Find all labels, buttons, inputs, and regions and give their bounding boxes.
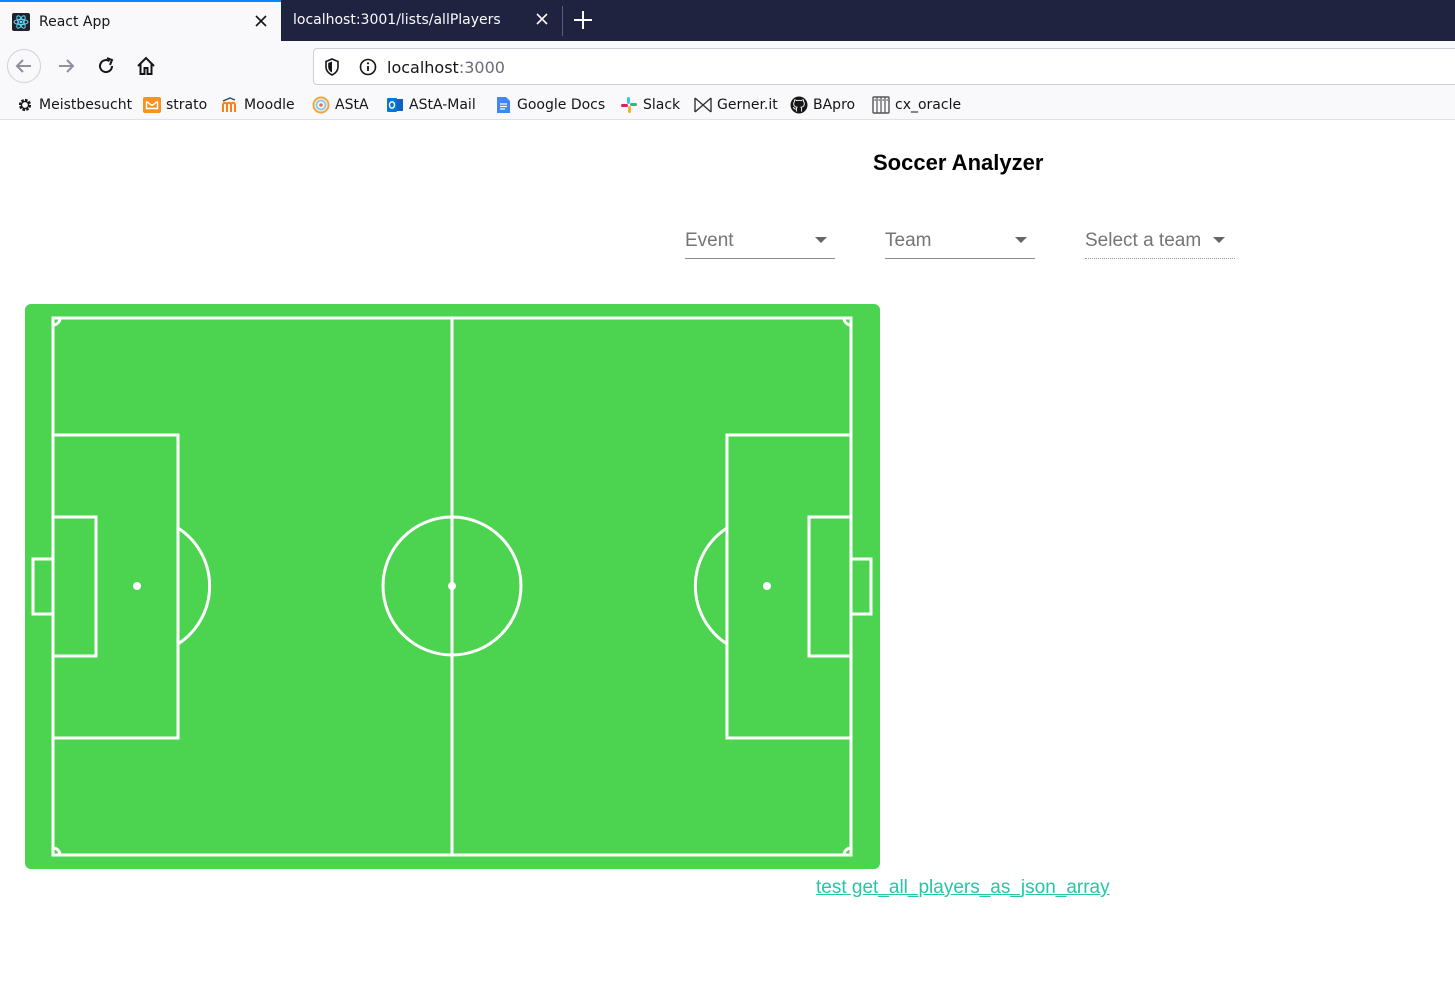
select-team-label: Select a team (1085, 230, 1202, 251)
tab-strip: React App localhost:3001/lists/allPlayer… (0, 0, 1455, 41)
bookmark-label: AStA-Mail (409, 97, 476, 113)
plus-icon[interactable] (572, 9, 594, 31)
bookmark-moodle[interactable]: Moodle (221, 95, 295, 115)
home-button[interactable] (129, 49, 163, 83)
bookmark-cx-oracle[interactable]: cx_oracle (872, 95, 961, 115)
shield-icon[interactable] (322, 57, 342, 77)
navigation-toolbar: localhost:3000 (0, 41, 1455, 91)
url-text: localhost:3000 (387, 58, 505, 77)
slack-icon (621, 97, 637, 113)
tab-title: React App (39, 14, 111, 30)
url-host: localhost (387, 58, 459, 77)
tab-title: localhost:3001/lists/allPlayers (293, 12, 501, 28)
close-icon[interactable] (253, 13, 269, 29)
dropdown-arrow-icon (1213, 237, 1225, 243)
dropdown-arrow-icon (1015, 237, 1027, 243)
center-spot (448, 582, 456, 590)
gerner-icon (694, 97, 712, 113)
tab-all-players[interactable]: localhost:3001/lists/allPlayers (281, 0, 562, 41)
bookmark-label: AStA (335, 97, 369, 113)
home-icon (137, 56, 155, 75)
google-docs-icon (497, 97, 510, 113)
react-icon (12, 13, 30, 31)
tab-separator (562, 6, 563, 36)
team-select[interactable]: Team (885, 224, 1035, 259)
tab-react-app[interactable]: React App (0, 0, 281, 41)
bookmark-label: Google Docs (517, 97, 606, 113)
back-button[interactable] (7, 49, 41, 83)
event-select[interactable]: Event (685, 224, 835, 259)
gear-icon (18, 98, 32, 112)
bookmark-label: Meistbesucht (39, 97, 133, 113)
get-all-players-link[interactable]: test get_all_players_as_json_array (816, 877, 1110, 899)
team-select-label: Team (885, 230, 932, 251)
bookmark-asta[interactable]: AStA (312, 95, 369, 115)
outlook-icon (387, 98, 403, 112)
page-content: Soccer Analyzer Event Team Select a team (0, 120, 1455, 988)
bookmark-google-docs[interactable]: Google Docs (494, 95, 605, 115)
bookmark-label: Gerner.it (717, 97, 778, 113)
bookmark-strato[interactable]: strato (143, 95, 207, 115)
page-title: Soccer Analyzer (873, 150, 1044, 175)
bookmark-label: strato (166, 97, 208, 113)
forward-button[interactable] (49, 49, 83, 83)
arrow-right-icon (59, 59, 75, 73)
bookmark-asta-mail[interactable]: AStA-Mail (386, 95, 476, 115)
strato-mail-icon (143, 97, 161, 113)
close-icon[interactable] (534, 11, 550, 27)
bookmark-label: BApro (813, 97, 856, 113)
bookmark-label: cx_oracle (895, 97, 962, 113)
cx-oracle-icon (872, 96, 890, 114)
dropdown-arrow-icon (815, 237, 827, 243)
select-team-dropdown[interactable]: Select a team (1085, 224, 1235, 259)
reload-button[interactable] (89, 49, 123, 83)
soccer-pitch[interactable] (25, 304, 880, 869)
reload-icon (99, 57, 114, 74)
bookmark-label: Slack (643, 97, 681, 113)
arrow-left-icon (15, 59, 31, 73)
right-penalty-spot (763, 582, 771, 590)
left-penalty-spot (133, 582, 141, 590)
url-bar[interactable]: localhost:3000 (313, 48, 1455, 85)
url-port: :3000 (458, 58, 505, 77)
bookmarks-toolbar: Meistbesucht strato Moodle AStA AStA-Mai… (0, 91, 1455, 120)
bookmark-gerner[interactable]: Gerner.it (694, 95, 778, 115)
moodle-icon (222, 97, 236, 112)
asta-icon (312, 96, 330, 114)
bookmark-meistbesucht[interactable]: Meistbesucht (16, 95, 132, 115)
bookmark-slack[interactable]: Slack (620, 95, 680, 115)
bookmark-bapro[interactable]: BApro (790, 95, 855, 115)
github-icon (790, 96, 808, 114)
bookmark-label: Moodle (244, 97, 295, 113)
info-icon[interactable] (358, 57, 378, 77)
event-select-label: Event (685, 230, 734, 251)
